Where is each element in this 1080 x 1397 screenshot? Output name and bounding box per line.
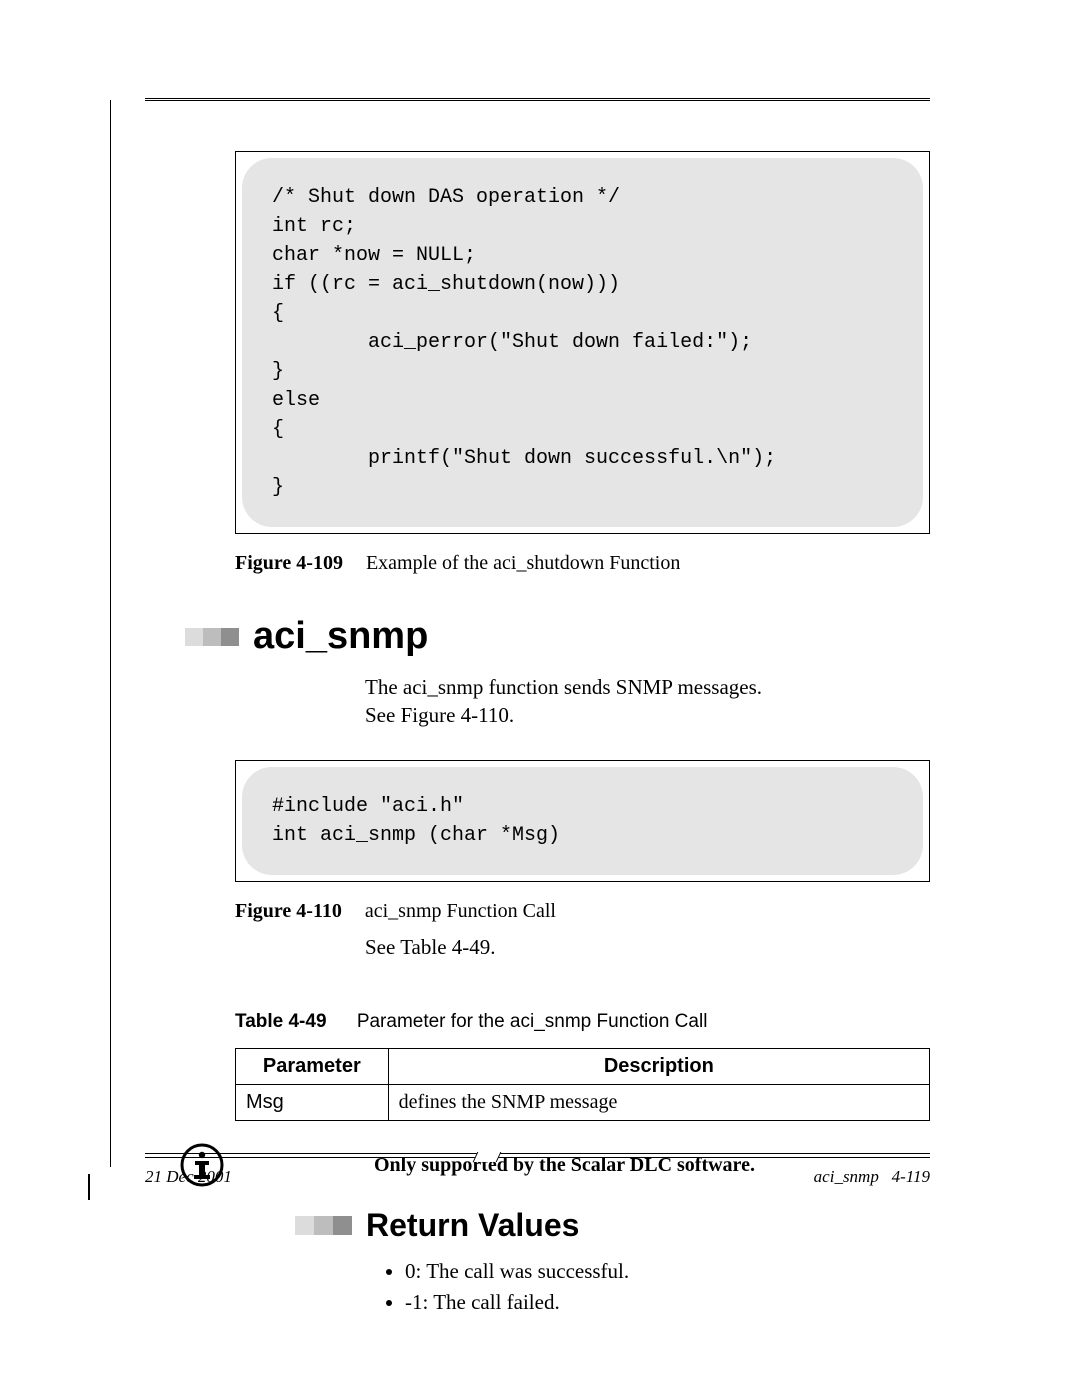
page: /* Shut down DAS operation */ int rc; ch… [0, 0, 1080, 1397]
return-values-list: 0: The call was successful. -1: The call… [385, 1259, 930, 1315]
page-footer: 21 Dec 2001 aci_snmp 4-119 [145, 1153, 930, 1187]
list-item: -1: The call failed. [405, 1290, 930, 1315]
table-header-cell: Description [388, 1049, 929, 1085]
list-item: 0: The call was successful. [405, 1259, 930, 1284]
table-cell-desc: defines the SNMP message [388, 1085, 929, 1121]
figure-label: Figure 4-109 [235, 552, 343, 574]
table-caption-49: Table 4-49 Parameter for the aci_snmp Fu… [235, 1011, 930, 1033]
left-vertical-rule [110, 100, 111, 1167]
heading-text: Return Values [366, 1207, 579, 1244]
footer-date: 21 Dec 2001 [145, 1167, 232, 1187]
parameter-table: Parameter Description Msg defines the SN… [235, 1048, 930, 1121]
revision-bar [88, 1174, 90, 1200]
footer-text-row: 21 Dec 2001 aci_snmp 4-119 [145, 1167, 930, 1187]
footer-rule [145, 1153, 930, 1161]
table-cell-param: Msg [236, 1085, 389, 1121]
figure-caption-110: Figure 4-110 aci_snmp Function Call [235, 900, 930, 923]
heading-text: aci_snmp [253, 615, 428, 658]
heading-ornament-icon [185, 628, 239, 646]
figure-title: aci_snmp Function Call [365, 900, 556, 922]
code-block-1: /* Shut down DAS operation */ int rc; ch… [242, 158, 923, 527]
footer-section: aci_snmp [814, 1167, 879, 1186]
footer-page-number: 4-119 [892, 1167, 930, 1186]
code-block-frame: /* Shut down DAS operation */ int rc; ch… [235, 151, 930, 534]
section-heading-return-values: Return Values [295, 1207, 930, 1244]
table-row: Msg defines the SNMP message [236, 1085, 930, 1121]
body-column: /* Shut down DAS operation */ int rc; ch… [235, 151, 930, 1315]
table-header-row: Parameter Description [236, 1049, 930, 1085]
table-header-cell: Parameter [236, 1049, 389, 1085]
footer-section-page: aci_snmp 4-119 [814, 1167, 930, 1187]
section-heading-aci-snmp: aci_snmp [185, 615, 930, 658]
code-block-frame: #include "aci.h" int aci_snmp (char *Msg… [235, 760, 930, 882]
paragraph: See Table 4-49. [365, 933, 795, 961]
table-label: Table 4-49 [235, 1011, 327, 1032]
table-title: Parameter for the aci_snmp Function Call [357, 1011, 708, 1032]
figure-caption-109: Figure 4-109 Example of the aci_shutdown… [235, 552, 930, 575]
figure-title: Example of the aci_shutdown Function [366, 552, 680, 574]
heading-ornament-icon [295, 1216, 352, 1235]
figure-label: Figure 4-110 [235, 900, 342, 922]
paragraph: The aci_snmp function sends SNMP message… [365, 673, 795, 730]
code-block-2: #include "aci.h" int aci_snmp (char *Msg… [242, 767, 923, 875]
top-double-rule [145, 98, 930, 101]
